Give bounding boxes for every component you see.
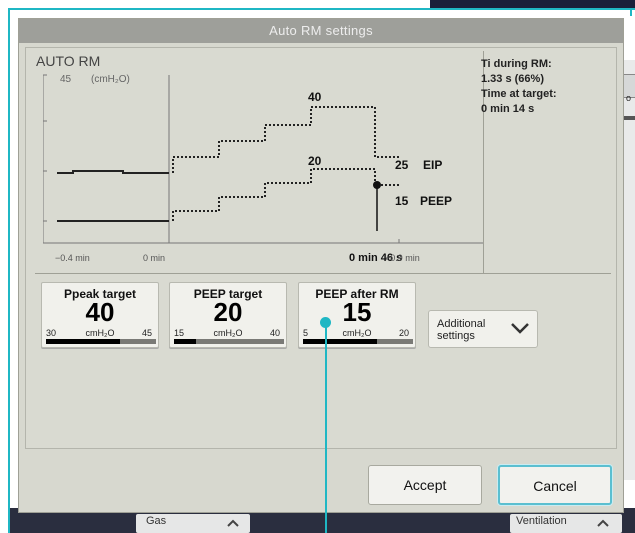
peep-target-control[interactable]: PEEP target 20 15 cmH₂O 40 — [169, 282, 287, 348]
peep-after-rm-control[interactable]: PEEP after RM 15 5 cmH₂O 20 — [298, 282, 416, 348]
peep-target-unit: cmH₂O — [213, 328, 243, 338]
eip-step-curve — [172, 106, 399, 173]
x-tick-label: −0.4 min — [55, 253, 90, 263]
accept-button[interactable]: Accept — [368, 465, 482, 505]
ppeak-target-max: 45 — [141, 328, 152, 338]
ppeak-target-range-bar — [46, 339, 156, 344]
chevron-down-icon — [511, 323, 529, 334]
rm-info-panel: Ti during RM: 1.33 s (66%) Time at targe… — [481, 57, 557, 117]
callout-line — [325, 322, 327, 533]
callout-line — [630, 8, 632, 16]
peep-after-rm-unit: cmH₂O — [342, 328, 372, 338]
cancel-button[interactable]: Cancel — [498, 465, 612, 505]
additional-settings-label: Additional settings — [437, 318, 486, 342]
callout-line — [8, 8, 10, 533]
peep-series-label: PEEP — [420, 194, 452, 208]
dialog-title: Auto RM settings — [19, 19, 623, 43]
peep-after-rm-value: 15 — [342, 297, 372, 327]
background-divider — [624, 116, 635, 120]
peep-target-value: 20 — [213, 297, 243, 327]
time-at-target-label: Time at target: — [481, 88, 557, 100]
x-tick-label: 0 min — [143, 253, 166, 263]
ti-label: Ti during RM: — [481, 58, 552, 70]
peep-step-curve — [172, 168, 399, 221]
background-label: o — [626, 93, 632, 103]
chart-controls-divider — [35, 273, 611, 274]
background-gas-label: Gas — [146, 515, 167, 527]
x-tick-label: +0.9 min — [385, 253, 420, 263]
ppeak-target-unit: cmH₂O — [85, 328, 115, 338]
additional-settings-button[interactable]: Additional settings — [428, 310, 538, 348]
chevron-up-icon — [597, 519, 609, 527]
peep-after-rm-range-bar — [303, 339, 413, 344]
peep-target-range-bar — [174, 339, 284, 344]
eip-series-label: EIP — [423, 158, 442, 172]
peep-target-fill — [174, 339, 196, 344]
ppeak-target-value: 40 — [85, 297, 115, 327]
chart-title: AUTO RM — [36, 53, 101, 69]
peep-peak-label: 20 — [308, 154, 322, 168]
eip-end-value: 25 — [395, 158, 409, 172]
background-field: o — [624, 74, 635, 103]
eip-baseline — [57, 170, 169, 174]
background-panel-right: o — [624, 60, 635, 480]
time-at-target-value: 0 min 14 s — [481, 103, 535, 115]
chevron-up-icon — [227, 519, 239, 527]
eip-peak-label: 40 — [308, 90, 322, 104]
peep-after-rm-fill — [303, 339, 377, 344]
peep-target-max: 40 — [269, 328, 280, 338]
auto-rm-dialog: Auto RM settings AUTO RM 45 (cmH₂O) 40 2… — [18, 18, 624, 513]
background-gas-tab: Gas — [136, 514, 250, 533]
ppeak-target-fill — [46, 339, 120, 344]
background-ventilation-tab: Ventilation — [510, 514, 622, 533]
peep-end-value: 15 — [395, 194, 409, 208]
ppeak-target-control[interactable]: Ppeak target 40 30 cmH₂O 45 — [41, 282, 159, 348]
callout-dot — [320, 317, 331, 328]
rm-pressure-chart: 40 20 25 EIP 15 PEEP 0 min 46 s — [43, 74, 483, 264]
background-ventilation-label: Ventilation — [516, 515, 567, 527]
callout-line — [8, 8, 635, 10]
peep-after-rm-max: 20 — [398, 328, 409, 338]
ti-value: 1.33 s (66%) — [481, 73, 544, 85]
